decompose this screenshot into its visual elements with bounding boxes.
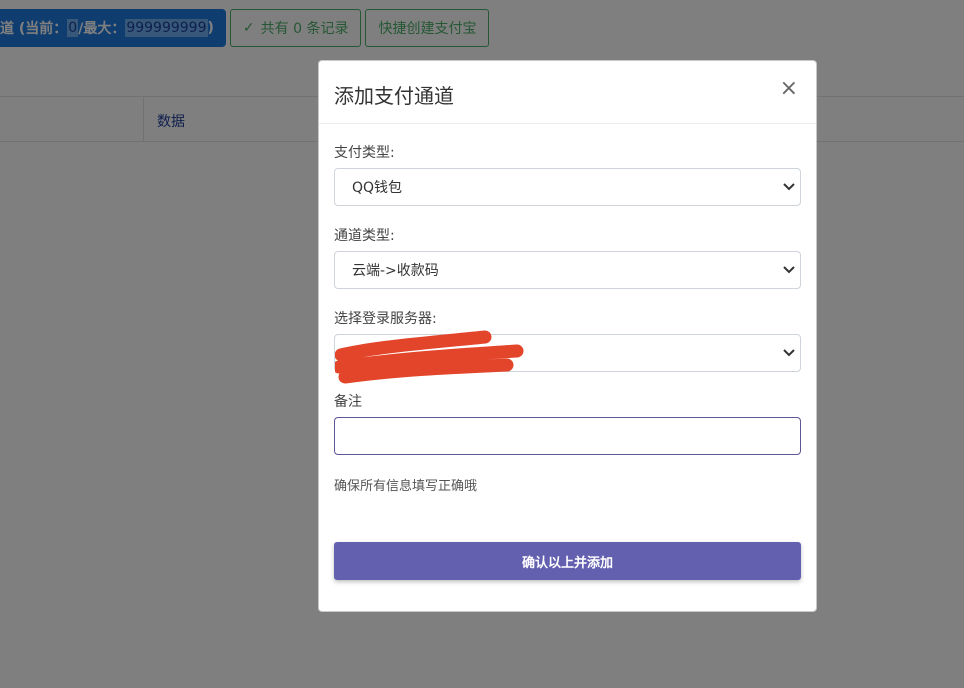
pay-type-label: 支付类型: xyxy=(334,145,395,161)
pay-type-value: QQ钱包 xyxy=(352,180,403,196)
add-payment-channel-modal: 添加支付通道 × 支付类型: QQ钱包 通道类型: 云端->收款码 选择登录服务… xyxy=(318,60,817,612)
note-label: 备注 xyxy=(334,394,362,410)
note-input[interactable] xyxy=(334,417,801,455)
form-hint: 确保所有信息填写正确哦 xyxy=(334,479,478,494)
chevron-down-icon xyxy=(783,266,795,274)
redaction-scribble xyxy=(335,330,524,384)
login-server-label: 选择登录服务器: xyxy=(334,311,437,327)
modal-title: 添加支付通道 xyxy=(334,84,454,108)
modal-header: 添加支付通道 × xyxy=(319,61,816,124)
channel-type-select[interactable]: 云端->收款码 xyxy=(334,251,801,289)
confirm-add-label: 确认以上并添加 xyxy=(521,555,613,571)
confirm-add-button[interactable]: 确认以上并添加 xyxy=(334,542,801,580)
channel-type-label: 通道类型: xyxy=(334,228,395,244)
close-icon[interactable]: × xyxy=(780,78,798,100)
chevron-down-icon xyxy=(783,183,795,191)
chevron-down-icon xyxy=(783,349,795,357)
pay-type-select[interactable]: QQ钱包 xyxy=(334,168,801,206)
channel-type-value: 云端->收款码 xyxy=(352,263,439,279)
